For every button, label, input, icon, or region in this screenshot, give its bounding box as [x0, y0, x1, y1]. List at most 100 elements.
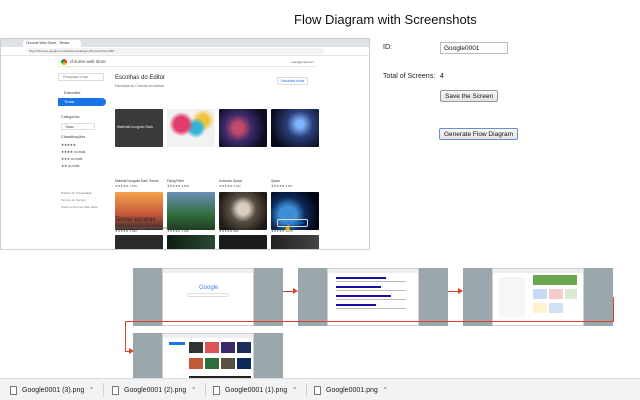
section-subtitle: Favoritos do Chrome em temas [115, 84, 165, 88]
mini-tabbar [163, 269, 253, 273]
download-filename: Google0001 (1).png [225, 386, 288, 394]
categories-label: Categorias [61, 115, 80, 119]
divider [306, 383, 307, 397]
theme-name: Messenger [219, 224, 235, 228]
flow-screenshot: Google [162, 268, 254, 326]
download-filename: Google0001.png [326, 386, 378, 394]
flow-screen-3 [463, 268, 613, 326]
cursor-icon: ☝ [284, 226, 292, 232]
mini-result [336, 286, 381, 288]
featured-overlay-text: Material Incognito Dark [117, 125, 153, 129]
mini-tile [205, 342, 219, 353]
flow-arrow [613, 297, 614, 321]
rating-option: ★★★ ou mais [61, 157, 83, 161]
theme-name: Space [271, 179, 281, 183]
section-title: Escolhas do Editor [115, 75, 166, 81]
mini-banner [533, 275, 577, 285]
store-search: Pesquisar a loja [58, 73, 104, 81]
mini-tile [533, 303, 547, 313]
store-user: user@gmail.com [291, 60, 314, 64]
rating-option: ★★★★ ou mais [61, 150, 86, 154]
mini-result [336, 304, 376, 306]
generate-flow-diagram-button[interactable]: Generate Flow Diagram [439, 128, 518, 140]
arrow-head-icon [129, 348, 134, 354]
theme-thumbnail [115, 235, 163, 249]
chevron-up-icon[interactable]: ^ [90, 387, 93, 393]
downloads-bar: Google0001 (3).png ^ Google0001 (2).png … [0, 378, 640, 400]
rating-option: ★★ ou mais [61, 164, 80, 168]
mini-tabbar [493, 269, 583, 273]
sidebar-item-extensions: Extensões [64, 91, 81, 95]
address-bar: https://chrome.google.com/webstore/categ… [1, 47, 369, 56]
total-label: Total of Screens: [383, 73, 436, 80]
mini-search-box [187, 293, 229, 297]
browser-tab: Chrome Web Store - Temas [23, 40, 81, 47]
chevron-up-icon[interactable]: ^ [293, 387, 296, 393]
mini-result [336, 295, 391, 297]
id-input[interactable] [440, 42, 508, 54]
mini-tabbar [328, 269, 418, 273]
id-label: ID: [383, 44, 392, 51]
arrow-head-icon [458, 288, 463, 294]
download-item[interactable]: Google0001 (2).png ^ [112, 384, 195, 396]
mini-tile [237, 342, 251, 353]
download-item[interactable]: Google0001 (3).png ^ [10, 384, 93, 396]
flow-arrow [125, 321, 126, 351]
file-icon [213, 385, 220, 395]
mini-tile [221, 358, 235, 369]
theme-thumbnail [271, 109, 319, 147]
mini-tile [189, 358, 203, 369]
mini-tile [549, 289, 563, 299]
mini-tile [189, 342, 203, 353]
mini-tile [237, 358, 251, 369]
theme-rating: ★★★★★ 1.529 [115, 184, 137, 188]
theme-name: Unknown Space [219, 179, 243, 183]
save-screen-button[interactable]: Save the Screen [440, 90, 499, 102]
mini-tile [549, 303, 563, 313]
divider [205, 383, 206, 397]
download-filename: Google0001 (3).png [22, 386, 85, 394]
store-name: chrome web store [70, 59, 106, 64]
divider [103, 383, 104, 397]
footer-link: Termos de Serviço [61, 198, 86, 202]
theme-name: Beauty [167, 224, 177, 228]
flow-screenshot [492, 268, 584, 326]
theme-rating: ★★★★★ 2.447 [219, 184, 241, 188]
browser-screenshot: Chrome Web Store - Temas https://chrome.… [0, 38, 370, 250]
see-all-button: Visualizar todos [277, 77, 309, 85]
theme-thumbnail [167, 109, 215, 147]
theme-thumbnail [271, 235, 319, 249]
flow-screen-1: Google [133, 268, 283, 326]
theme-rating: ★★★★★ 1.368 [167, 229, 189, 233]
mini-result [336, 277, 386, 279]
chevron-up-icon[interactable]: ^ [384, 387, 387, 393]
chevron-up-icon[interactable]: ^ [192, 387, 195, 393]
page-title: Flow Diagram with Screenshots [294, 12, 477, 27]
flow-screenshot [327, 268, 419, 326]
mini-sidebar [499, 277, 525, 317]
file-icon [112, 385, 119, 395]
theme-rating: ★★★★★ 4.187 [271, 184, 293, 188]
mini-tile [565, 289, 577, 299]
ratings-label: Classificações [61, 135, 86, 139]
theme-rating: ★★★★★ 896 [219, 229, 239, 233]
sidebar-item-themes: Temas [58, 98, 106, 106]
theme-rating: ★★★★★ 4.849 [167, 184, 189, 188]
download-item[interactable]: Google0001 (1).png ^ [213, 384, 296, 396]
theme-name: Flying Paint [167, 179, 184, 183]
store-header: chrome web store user@gmail.com [58, 57, 318, 67]
section-title: Temas escuros [115, 217, 156, 223]
theme-name: Material Incognito Dark Theme [115, 179, 159, 183]
mini-nav [169, 342, 185, 345]
tab-bar: Chrome Web Store - Temas [1, 39, 369, 47]
flow-screen-2 [298, 268, 448, 326]
categories-select: Todas [61, 123, 95, 130]
mini-result [336, 281, 406, 282]
download-item[interactable]: Google0001.png ^ [314, 384, 387, 396]
mini-result [336, 299, 406, 300]
footer-link: Política de Privacidade [61, 191, 92, 195]
section-subtitle: Deixe seu navegador mais escuro [115, 226, 168, 230]
theme-thumbnail [219, 235, 267, 249]
mini-tile [533, 289, 547, 299]
mini-result [336, 290, 406, 291]
